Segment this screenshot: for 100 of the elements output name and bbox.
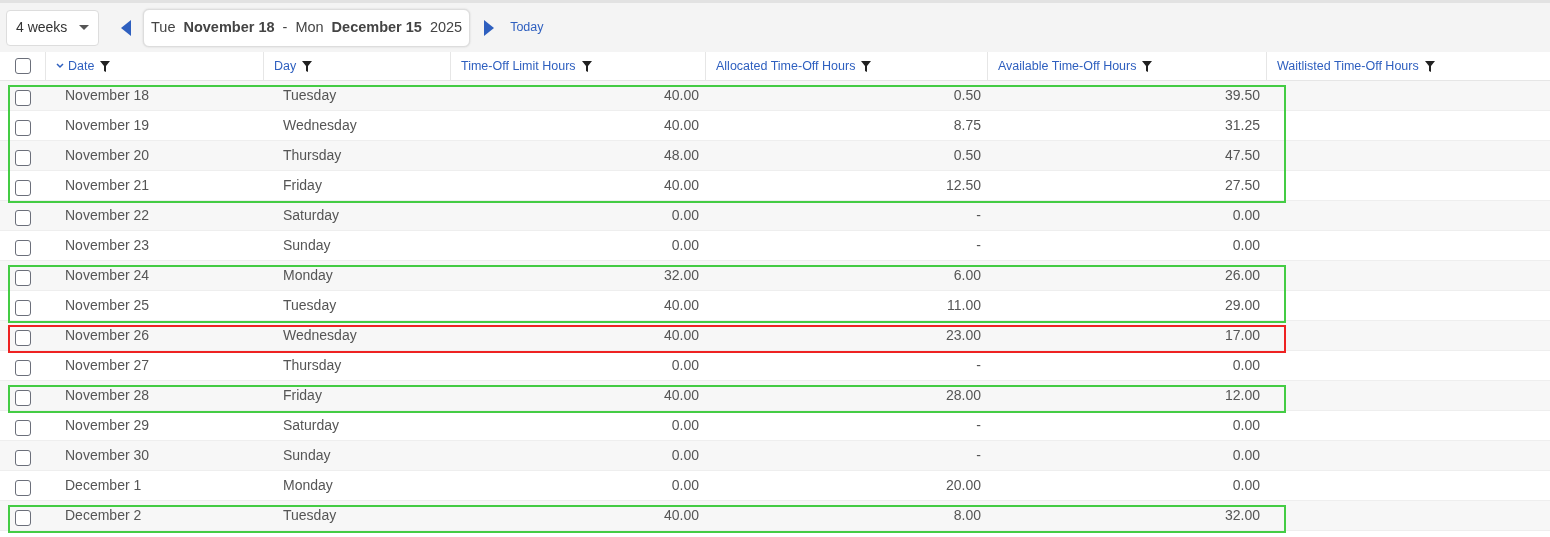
table-cell-text: 40.00 bbox=[662, 386, 700, 405]
table-cell-text: November 23 bbox=[64, 236, 151, 255]
row-checkbox[interactable] bbox=[14, 479, 31, 496]
table-cell-text: 32.00 bbox=[1223, 506, 1261, 525]
filter-icon[interactable] bbox=[100, 60, 111, 72]
table-cell-text: 0.50 bbox=[952, 146, 982, 165]
table-cell-text: 0.00 bbox=[670, 356, 700, 375]
previous-arrow-icon[interactable] bbox=[121, 19, 131, 36]
table-cell-text: 48.00 bbox=[662, 146, 700, 165]
table-cell-text: 0.00 bbox=[1231, 356, 1261, 375]
table-cell-text: November 18 bbox=[64, 86, 151, 105]
column-header[interactable]: Day bbox=[263, 52, 450, 80]
table-cell-text: Friday bbox=[282, 176, 323, 195]
row-checkbox[interactable] bbox=[14, 89, 31, 106]
date-range-text: November 18 bbox=[183, 17, 275, 37]
table-cell-text: 29.00 bbox=[1223, 296, 1261, 315]
table-cell-text: Saturday bbox=[282, 206, 341, 225]
table-cell-text: - bbox=[975, 236, 982, 255]
table-cell-text: 0.00 bbox=[1231, 236, 1261, 255]
table-cell-text: November 29 bbox=[64, 416, 151, 435]
table-cell-text: 12.00 bbox=[1223, 386, 1261, 405]
filter-icon[interactable] bbox=[861, 60, 872, 72]
table-cell-text: November 27 bbox=[64, 356, 151, 375]
date-range-text: Tue bbox=[151, 17, 176, 37]
table-cell-text: 0.00 bbox=[1231, 206, 1261, 225]
today-link[interactable]: Today bbox=[510, 18, 544, 37]
row-checkbox[interactable] bbox=[14, 449, 31, 466]
table-cell-text: Thursday bbox=[282, 146, 343, 165]
table-cell-text: 28.00 bbox=[944, 386, 982, 405]
table-cell-text: Tuesday bbox=[282, 86, 338, 105]
row-checkbox[interactable] bbox=[14, 209, 31, 226]
table-cell-text: November 19 bbox=[64, 116, 151, 135]
table-cell-text: 31.25 bbox=[1223, 116, 1261, 135]
table-cell-text: 40.00 bbox=[662, 116, 700, 135]
filter-icon[interactable] bbox=[581, 60, 592, 72]
table-cell-text: November 20 bbox=[64, 146, 151, 165]
table-cell-text: Sunday bbox=[282, 236, 332, 255]
table-cell-text: December 2 bbox=[64, 506, 143, 525]
table-cell-text: Friday bbox=[282, 386, 323, 405]
table-cell-text: 26.00 bbox=[1223, 266, 1261, 285]
filter-icon[interactable] bbox=[302, 60, 313, 72]
table-cell-text: Sunday bbox=[282, 446, 332, 465]
row-checkbox[interactable] bbox=[14, 269, 31, 286]
row-checkbox[interactable] bbox=[14, 359, 31, 376]
date-range-text: 2025 bbox=[429, 17, 463, 37]
column-header[interactable]: Date bbox=[45, 52, 263, 80]
row-checkbox[interactable] bbox=[14, 389, 31, 406]
table-cell-text: Thursday bbox=[282, 356, 343, 375]
table-cell-text: 40.00 bbox=[662, 506, 700, 525]
row-checkbox[interactable] bbox=[14, 179, 31, 196]
table-cell-text: - bbox=[975, 416, 982, 435]
table-cell-text: 32.00 bbox=[662, 266, 700, 285]
table-cell-text: Wednesday bbox=[282, 326, 358, 345]
table-cell-text: Monday bbox=[282, 266, 334, 285]
row-checkbox[interactable] bbox=[14, 239, 31, 256]
row-checkbox[interactable] bbox=[14, 119, 31, 136]
table-cell-text: 0.00 bbox=[670, 416, 700, 435]
table-cell-text: 8.00 bbox=[952, 506, 982, 525]
date-range-text: Mon bbox=[295, 17, 324, 37]
date-range-text: December 15 bbox=[331, 17, 422, 37]
table-cell-text: 0.00 bbox=[670, 206, 700, 225]
table-cell-text: November 24 bbox=[64, 266, 151, 285]
table-cell-text: Wednesday bbox=[282, 116, 358, 135]
table-cell-text: December 1 bbox=[64, 476, 143, 495]
table-cell-text: 20.00 bbox=[944, 476, 982, 495]
table-cell-text: 40.00 bbox=[662, 176, 700, 195]
table-cell-text: Tuesday bbox=[282, 296, 338, 315]
date-range-text: - bbox=[282, 17, 288, 37]
column-header[interactable]: Allocated Time-Off Hours bbox=[705, 52, 987, 80]
range-dropdown[interactable]: 4 weeks bbox=[6, 9, 99, 46]
table-cell-text: November 21 bbox=[64, 176, 151, 195]
column-header[interactable]: Time-Off Limit Hours bbox=[450, 52, 705, 80]
row-checkbox[interactable] bbox=[14, 509, 31, 526]
table-cell-text: 0.00 bbox=[1231, 446, 1261, 465]
table-cell-text: 40.00 bbox=[662, 326, 700, 345]
table-cell-text: 0.00 bbox=[670, 446, 700, 465]
table-cell-text: 6.00 bbox=[952, 266, 982, 285]
caret-icon bbox=[79, 25, 89, 30]
table-cell-text: - bbox=[975, 356, 982, 375]
row-checkbox[interactable] bbox=[14, 329, 31, 346]
table-cell-text: 39.50 bbox=[1223, 86, 1261, 105]
row-checkbox[interactable] bbox=[14, 149, 31, 166]
table-cell-text: - bbox=[975, 446, 982, 465]
date-range-field[interactable]: Tue November 18 - Mon December 15 2025 bbox=[143, 8, 471, 47]
table-cell-text: 0.00 bbox=[670, 236, 700, 255]
table-cell-text: Monday bbox=[282, 476, 334, 495]
column-header[interactable]: Available Time-Off Hours bbox=[987, 52, 1266, 80]
column-header[interactable]: Waitlisted Time-Off Hours bbox=[1266, 52, 1550, 80]
table-cell-text: November 25 bbox=[64, 296, 151, 315]
select-all-checkbox[interactable] bbox=[14, 58, 31, 74]
table-cell-text: November 26 bbox=[64, 326, 151, 345]
row-checkbox[interactable] bbox=[14, 419, 31, 436]
next-arrow-icon[interactable] bbox=[484, 19, 495, 36]
table-cell-text: November 30 bbox=[64, 446, 151, 465]
table-cell-text: November 22 bbox=[64, 206, 151, 225]
filter-icon[interactable] bbox=[1424, 60, 1435, 72]
filter-icon[interactable] bbox=[1142, 60, 1153, 72]
row-checkbox[interactable] bbox=[14, 299, 31, 316]
table-cell-text: 8.75 bbox=[952, 116, 982, 135]
table-cell-text: 0.00 bbox=[1231, 476, 1261, 495]
